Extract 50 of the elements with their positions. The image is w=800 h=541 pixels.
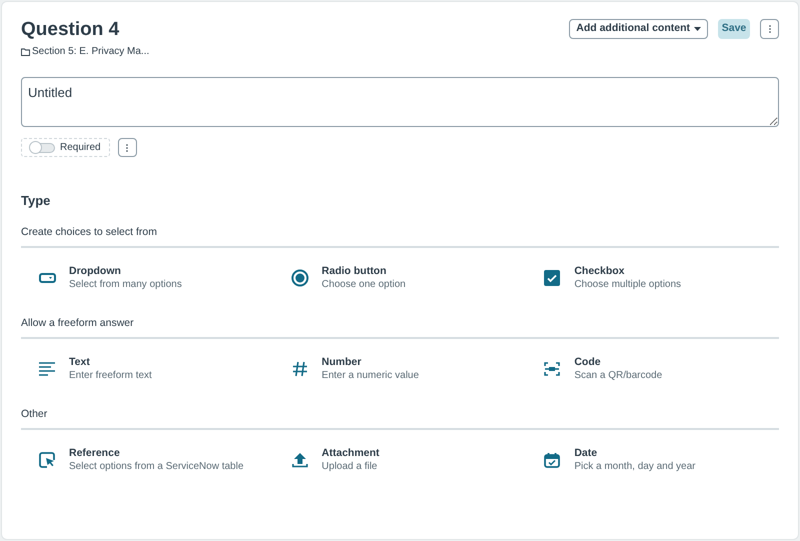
required-toggle[interactable]: Required: [21, 138, 110, 157]
type-option[interactable]: Text Enter freeform text: [21, 355, 274, 382]
option-description: Select options from a ServiceNow table: [69, 460, 244, 474]
hash-icon: [292, 360, 308, 377]
more-icon: [126, 144, 128, 152]
checkbox-icon: [544, 270, 560, 286]
option-title: Attachment: [322, 446, 380, 460]
option-description: Pick a month, day and year: [574, 460, 696, 474]
radio-button-icon: [290, 268, 309, 287]
type-option[interactable]: Code Scan a QR/barcode: [526, 355, 779, 382]
more-options-button[interactable]: [760, 19, 779, 39]
group-heading: Other: [21, 406, 779, 430]
type-option[interactable]: Checkbox Choose multiple options: [526, 264, 779, 292]
page-title: Question 4: [21, 18, 120, 42]
option-title: Radio button: [322, 264, 388, 278]
type-option[interactable]: Dropdown Select from many options: [21, 264, 274, 292]
text-lines-icon: [39, 362, 55, 376]
option-title: Dropdown: [69, 264, 122, 278]
caret-icon: [694, 27, 701, 31]
option-title: Reference: [69, 446, 121, 460]
option-description: Choose one option: [322, 278, 406, 292]
option-title: Number: [322, 355, 362, 370]
add-content-button[interactable]: Add additional content: [569, 19, 708, 39]
type-option[interactable]: Attachment Upload a file: [274, 446, 526, 474]
upload-icon: [292, 452, 308, 468]
type-option[interactable]: Date Pick a month, day and year: [526, 446, 779, 474]
scan-frame-icon: [544, 360, 560, 377]
option-description: Upload a file: [322, 460, 378, 474]
more-options-button[interactable]: [118, 138, 137, 157]
calendar-icon: [544, 452, 560, 468]
group-heading: Allow a freeform answer: [21, 316, 779, 340]
option-title: Code: [574, 355, 602, 370]
type-option[interactable]: Reference Select options from a ServiceNow table: [21, 446, 274, 474]
option-title: Text: [69, 355, 91, 370]
type-heading: Type: [21, 192, 52, 210]
question-field[interactable]: Untitled: [21, 77, 779, 127]
option-title: Date: [574, 446, 598, 460]
cursor-square-icon: [39, 452, 55, 468]
type-option[interactable]: Number Enter a numeric value: [274, 355, 526, 382]
option-description: Scan a QR/barcode: [574, 369, 662, 382]
option-description: Select from many options: [69, 278, 182, 292]
toggle-switch-icon: [38, 272, 56, 283]
option-description: Enter freeform text: [69, 369, 152, 382]
option-title: Checkbox: [574, 264, 626, 278]
option-description: Enter a numeric value: [322, 369, 419, 382]
option-description: Choose multiple options: [574, 278, 682, 292]
type-option[interactable]: Radio button Choose one option: [274, 264, 526, 292]
group-heading: Create choices to select from: [21, 224, 779, 248]
section-name: Section 5: E. Privacy Ma...: [32, 45, 150, 59]
folder-icon: [21, 48, 30, 56]
